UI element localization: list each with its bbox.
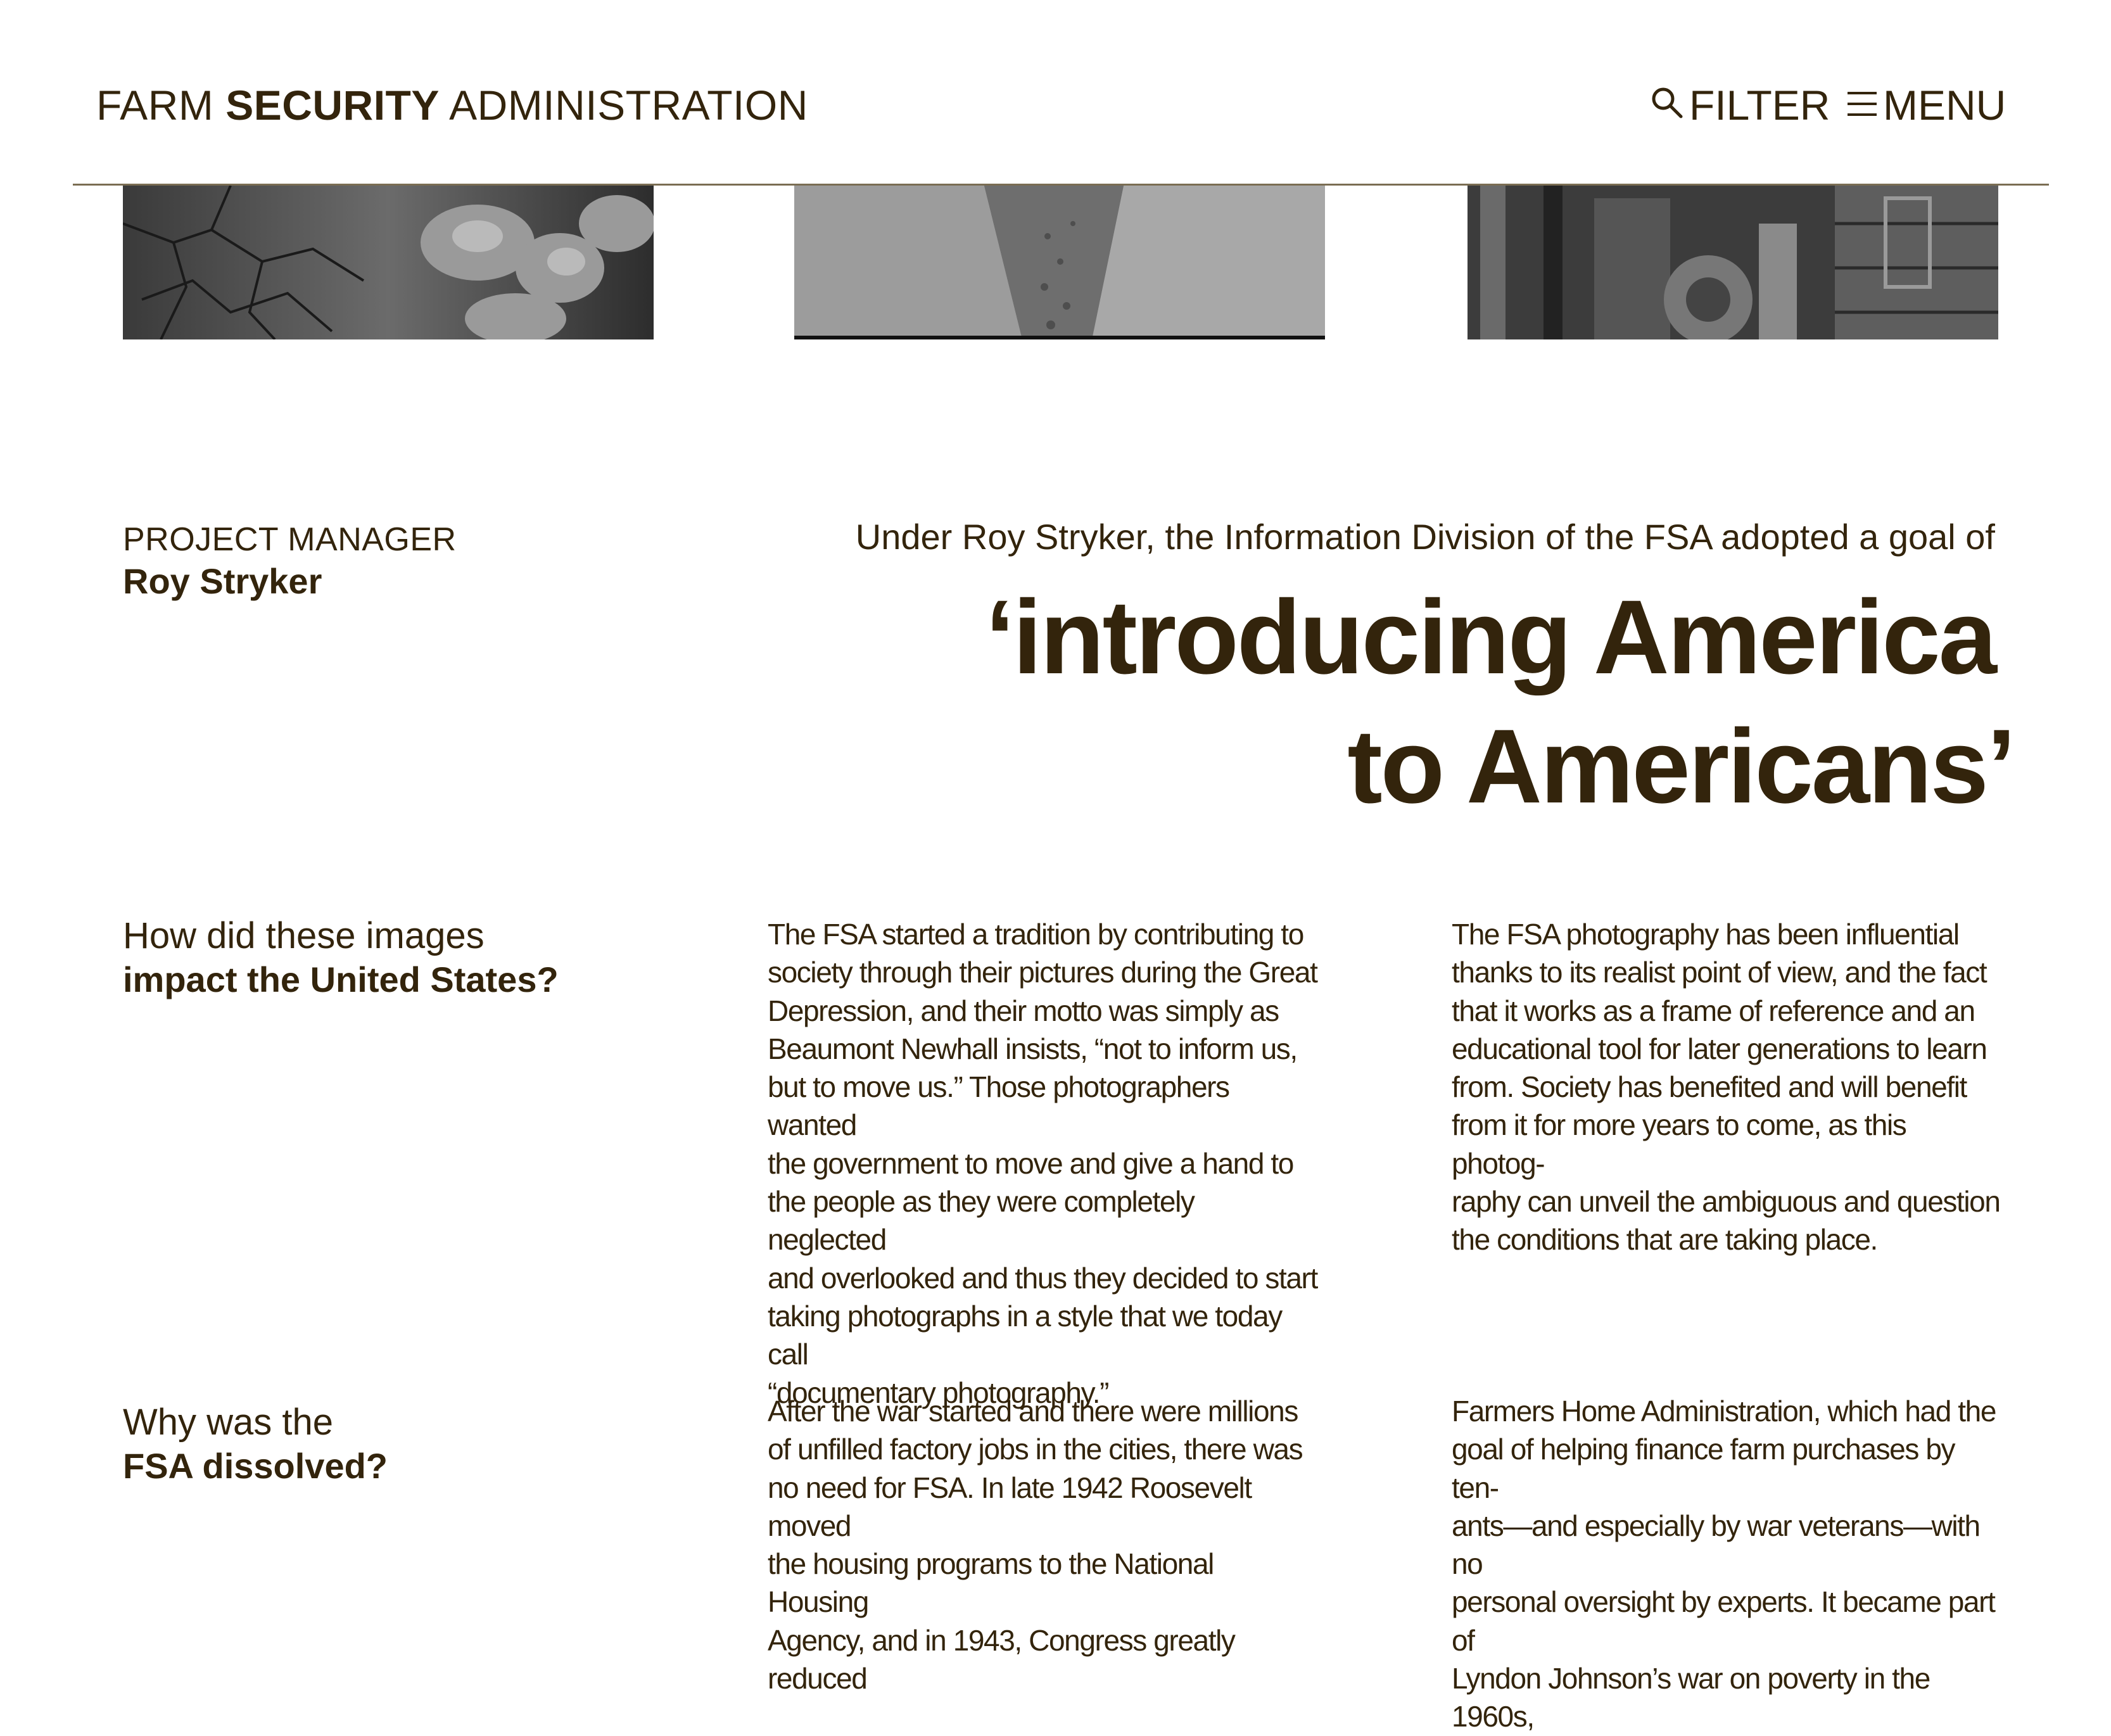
pull-quote: ‘introducing America to Americans’ [985,573,2016,832]
photo-thumbnail-machinery[interactable] [1468,186,1998,339]
site-title-bold: SECURITY [225,82,440,129]
pull-quote-line-1: ‘introducing America [985,579,1997,696]
photo-thumbnail-snow-trench[interactable] [794,186,1325,339]
project-manager-name: Roy Stryker [123,561,322,601]
filter-button[interactable]: FILTER [1650,80,1830,130]
section-body-column: After the war started and there were mil… [768,1395,1303,1695]
section-question-bold: FSA dissolved? [123,1446,388,1486]
section-body-column: Farmers Home Administration, which had t… [1452,1395,1996,1733]
photo-thumbnail-cracked-soil[interactable] [123,186,654,339]
quote-intro: Under Roy Stryker, the Information Divis… [855,517,1995,557]
site-title-post: ADMINISTRATION [439,82,808,129]
pull-quote-line-2: to Americans’ [1347,708,2016,825]
filter-label: FILTER [1689,82,1830,129]
project-manager-label: PROJECT MANAGER [123,521,457,558]
search-icon [1650,80,1689,130]
hamburger-icon [1846,80,1883,130]
menu-button[interactable]: MENU [1846,80,2006,130]
site-title[interactable]: FARM SECURITY ADMINISTRATION [96,80,808,130]
section-question-light: How did these images [123,915,485,956]
section-question-bold: impact the United States? [123,960,559,999]
section-body-column: The FSA photography has been influential… [1452,918,2001,1257]
site-title-pre: FARM [96,82,226,129]
menu-label: MENU [1883,82,2006,129]
section-body-column: The FSA started a tradition by contribut… [768,918,1318,1409]
section-question-light: Why was the [123,1402,333,1443]
